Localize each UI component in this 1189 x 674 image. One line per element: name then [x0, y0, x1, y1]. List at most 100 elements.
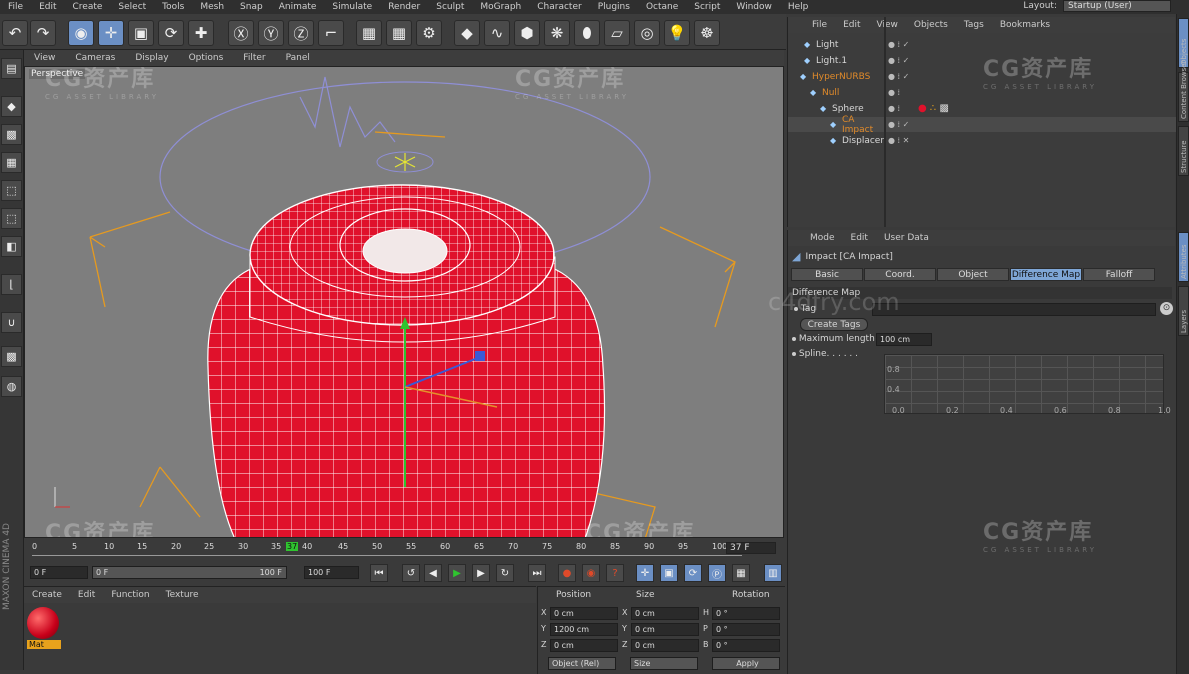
record-rotation-icon[interactable]: ⟳ — [684, 564, 702, 582]
start-frame-field[interactable]: 0 F — [30, 566, 88, 579]
sidetab-content-browser[interactable]: Content Browser — [1178, 61, 1189, 122]
menu-animate[interactable]: Animate — [271, 2, 325, 12]
tag-pick-icon[interactable]: ⊙ — [1160, 302, 1173, 315]
attr-menu-mode[interactable]: Mode — [802, 233, 843, 243]
visibility-dots-icon[interactable]: ● ⁞ — [888, 88, 900, 97]
sidetab-structure[interactable]: Structure — [1178, 126, 1189, 176]
previous-frame-icon[interactable]: ◀ — [424, 564, 442, 582]
render-settings-icon[interactable]: ⚙ — [416, 20, 442, 46]
menu-create[interactable]: Create — [65, 2, 111, 12]
coordinate-system-icon[interactable]: ⌐ — [318, 20, 344, 46]
object-tags-icon[interactable]: ● ∴ ▩ — [918, 103, 949, 114]
workplane-icon[interactable]: ▦ — [1, 152, 22, 173]
apply-button[interactable]: Apply — [712, 657, 780, 670]
object-row[interactable]: ◆ CA Impact ● ⁞ ✓ — [788, 115, 1176, 135]
current-frame-field[interactable]: 37 F — [726, 542, 776, 554]
rotate-tool-icon[interactable]: ⟳ — [158, 20, 184, 46]
render-picture-viewer-icon[interactable]: ▦ — [386, 20, 412, 46]
material-swatch[interactable]: Mat — [27, 607, 61, 651]
menu-plugins[interactable]: Plugins — [590, 2, 638, 12]
points-mode-icon[interactable]: ⬚ — [1, 180, 22, 201]
tab-coord[interactable]: Coord. — [864, 268, 936, 281]
scale-tool-icon[interactable]: ▣ — [128, 20, 154, 46]
edges-mode-icon[interactable]: ⬚ — [1, 208, 22, 229]
timeline-window-icon[interactable]: ▥ — [764, 564, 782, 582]
visibility-dots-icon[interactable]: ● ⁞ ✕ — [888, 136, 909, 145]
material-menu-edit[interactable]: Edit — [70, 590, 103, 600]
sidetab-attributes[interactable]: Attributes — [1178, 232, 1189, 282]
attr-menu-edit[interactable]: Edit — [843, 233, 876, 243]
recent-tool-icon[interactable]: ✚ — [188, 20, 214, 46]
sidetab-layers[interactable]: Layers — [1178, 286, 1189, 336]
previous-key-icon[interactable]: ↺ — [402, 564, 420, 582]
spline-pen-icon[interactable]: ∿ — [484, 20, 510, 46]
viewport-menu-filter[interactable]: Filter — [233, 53, 275, 63]
menu-edit[interactable]: Edit — [31, 2, 64, 12]
next-frame-icon[interactable]: ▶ — [472, 564, 490, 582]
rotation-field[interactable]: 0 ° — [712, 607, 780, 620]
spline-graph[interactable]: 0.8 0.4 — [884, 354, 1164, 414]
position-field[interactable]: 0 cm — [550, 639, 618, 652]
size-field[interactable]: 0 cm — [631, 639, 699, 652]
live-selection-icon[interactable]: ◉ — [68, 20, 94, 46]
texture-mode-icon[interactable]: ▩ — [1, 124, 22, 145]
objects-menu-tags[interactable]: Tags — [956, 20, 992, 30]
rotation-field[interactable]: 0 ° — [712, 623, 780, 636]
menu-octane[interactable]: Octane — [638, 2, 686, 12]
lock-workplane-icon[interactable]: ◍ — [1, 376, 22, 397]
size-mode-select[interactable]: Size — [630, 657, 698, 670]
go-to-start-icon[interactable]: ⏮ — [370, 564, 388, 582]
tab-falloff[interactable]: Falloff — [1083, 268, 1155, 281]
objects-menu-view[interactable]: View — [869, 20, 906, 30]
y-axis-icon[interactable]: Ⓨ — [258, 20, 284, 46]
snap-icon[interactable]: ▩ — [1, 346, 22, 367]
object-row[interactable]: ◆ HyperNURBS ● ⁞ ✓ — [788, 69, 1176, 84]
z-axis-icon[interactable]: Ⓩ — [288, 20, 314, 46]
model-mode-icon[interactable]: ◆ — [1, 96, 22, 117]
polygons-mode-icon[interactable]: ◧ — [1, 236, 22, 257]
menu-file[interactable]: File — [0, 2, 31, 12]
viewport-menu-view[interactable]: View — [24, 53, 65, 63]
menu-render[interactable]: Render — [380, 2, 428, 12]
objects-menu-bookmarks[interactable]: Bookmarks — [992, 20, 1058, 30]
menu-snap[interactable]: Snap — [232, 2, 271, 12]
deformer-icon[interactable]: ⬮ — [574, 20, 600, 46]
magnet-icon[interactable]: ∪ — [1, 312, 22, 333]
object-row[interactable]: ◆ Null ● ⁞ — [788, 85, 1176, 100]
viewport-menu-cameras[interactable]: Cameras — [65, 53, 125, 63]
light-icon[interactable]: 💡 — [664, 20, 690, 46]
move-tool-icon[interactable]: ✛ — [98, 20, 124, 46]
subdivision-surface-icon[interactable]: ⬢ — [514, 20, 540, 46]
menu-mesh[interactable]: Mesh — [192, 2, 232, 12]
keyframe-selection-icon[interactable]: ? — [606, 564, 624, 582]
menu-script[interactable]: Script — [686, 2, 728, 12]
rotation-field[interactable]: 0 ° — [712, 639, 780, 652]
camera-icon[interactable]: ◎ — [634, 20, 660, 46]
layout-select[interactable]: Startup (User) — [1063, 0, 1171, 12]
attr-menu-user-data[interactable]: User Data — [876, 233, 937, 243]
objects-menu-edit[interactable]: Edit — [835, 20, 868, 30]
material-menu-function[interactable]: Function — [103, 590, 157, 600]
menu-help[interactable]: Help — [780, 2, 817, 12]
tab-basic[interactable]: Basic — [791, 268, 863, 281]
octane-icon[interactable]: ☸ — [694, 20, 720, 46]
visibility-dots-icon[interactable]: ● ⁞ ✓ — [888, 120, 909, 129]
playhead-marker[interactable]: 37 — [286, 542, 299, 551]
menu-character[interactable]: Character — [529, 2, 589, 12]
cloner-icon[interactable]: ❋ — [544, 20, 570, 46]
end-frame-field[interactable]: 100 F — [304, 566, 359, 579]
viewport-menu-panel[interactable]: Panel — [276, 53, 320, 63]
tab-difference-map[interactable]: Difference Map — [1010, 268, 1082, 281]
position-field[interactable]: 0 cm — [550, 607, 618, 620]
viewport-menu-options[interactable]: Options — [179, 53, 234, 63]
size-field[interactable]: 0 cm — [631, 607, 699, 620]
timeline[interactable]: 0 5 10 15 20 25 30 35 37 40 45 50 55 60 … — [24, 538, 784, 562]
menu-tools[interactable]: Tools — [154, 2, 192, 12]
object-row[interactable]: ◆ Displacer ● ⁞ ✕ — [788, 133, 1176, 148]
go-to-end-icon[interactable]: ⏭ — [528, 564, 546, 582]
tab-object[interactable]: Object — [937, 268, 1009, 281]
max-length-field[interactable]: 100 cm — [876, 333, 932, 346]
autokey-icon[interactable]: ◉ — [582, 564, 600, 582]
position-field[interactable]: 1200 cm — [550, 623, 618, 636]
play-icon[interactable]: ▶ — [448, 564, 466, 582]
